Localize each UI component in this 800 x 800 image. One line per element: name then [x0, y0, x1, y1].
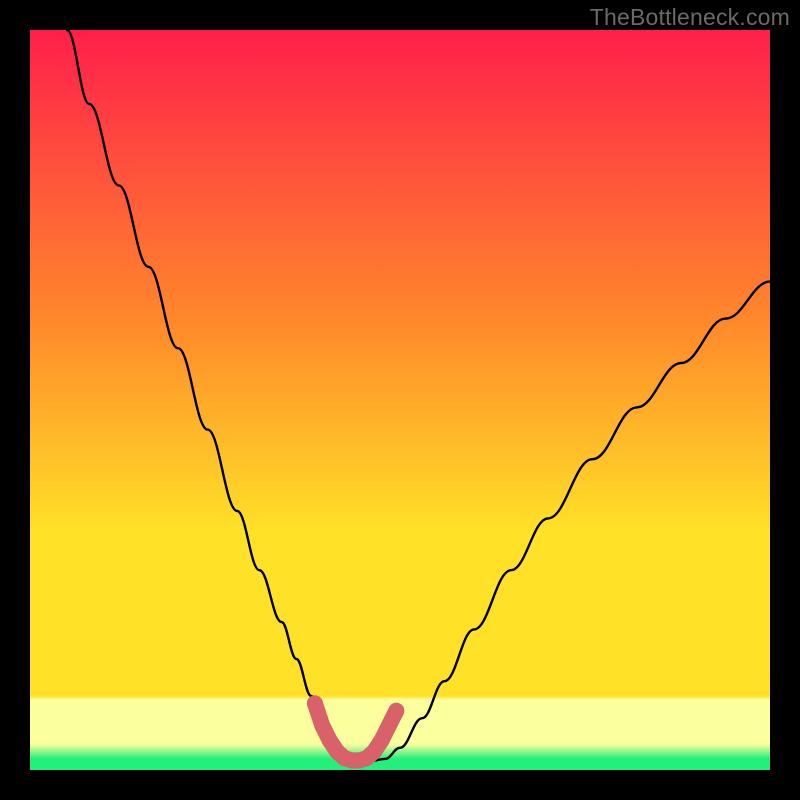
minimum-marker-dot	[314, 718, 330, 734]
chart-frame: TheBottleneck.com	[0, 0, 800, 800]
minimum-marker-dot	[374, 732, 390, 748]
minimum-marker-dot	[307, 695, 323, 711]
minimum-marker-dot	[388, 703, 404, 719]
watermark-text: TheBottleneck.com	[590, 4, 790, 31]
plot-background	[30, 30, 770, 770]
minimum-marker-dot	[381, 718, 397, 734]
bottleneck-plot	[30, 30, 770, 770]
